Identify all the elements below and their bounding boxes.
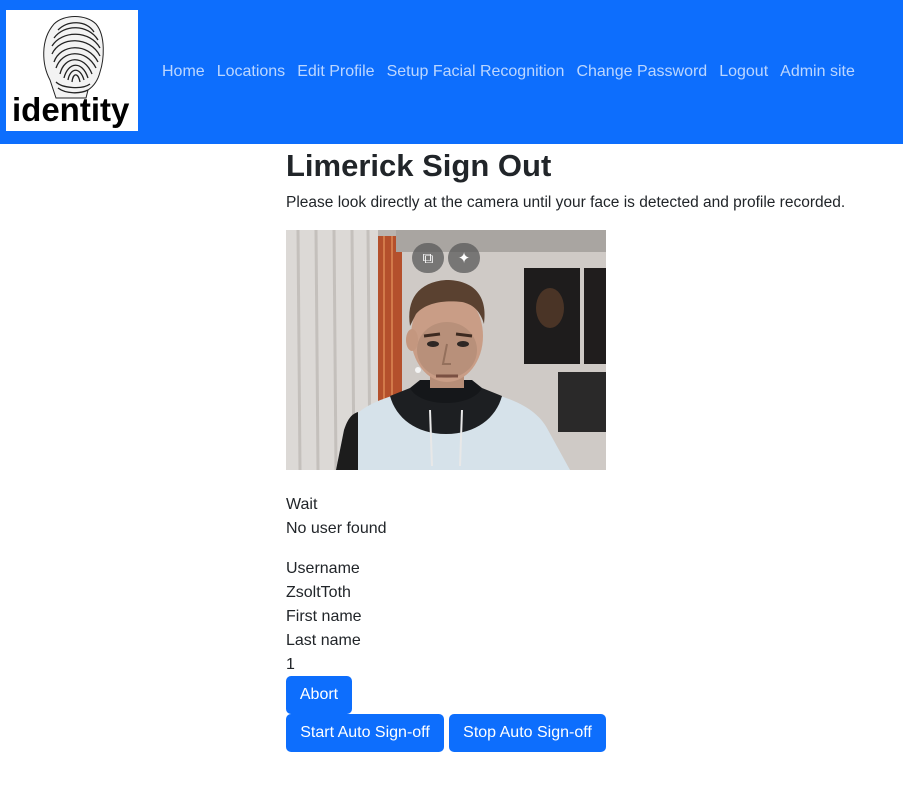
page-title: Limerick Sign Out bbox=[286, 148, 552, 183]
username-value: ZsoltToth bbox=[286, 584, 351, 601]
picture-in-picture-button[interactable]: ⧉ bbox=[412, 243, 444, 273]
status-message: No user found bbox=[286, 520, 387, 537]
last-name-label: Last name bbox=[286, 632, 361, 649]
camera-feed: ⧉ ✦ bbox=[286, 230, 606, 470]
visual-search-button[interactable]: ✦ bbox=[448, 243, 480, 273]
sparkle-icon: ✦ bbox=[457, 250, 471, 267]
nav-links: Home Locations Edit Profile Setup Facial Re… bbox=[162, 62, 867, 81]
nav-admin-site[interactable]: Admin site bbox=[780, 62, 855, 81]
nav-logout[interactable]: Logout bbox=[719, 62, 768, 81]
navbar: identity Home Locations Edit Profile Setup … bbox=[0, 0, 903, 144]
nav-edit-profile[interactable]: Edit Profile bbox=[297, 62, 374, 81]
nav-setup-facial-recognition[interactable]: Setup Facial Recognition bbox=[387, 62, 565, 81]
camera-frame-image bbox=[286, 230, 606, 470]
abort-button[interactable]: Abort bbox=[286, 676, 352, 714]
start-auto-sign-off-button[interactable]: Start Auto Sign-off bbox=[286, 714, 444, 752]
username-label: Username bbox=[286, 560, 360, 577]
logo-text: identity bbox=[12, 91, 130, 128]
stop-auto-sign-off-button[interactable]: Stop Auto Sign-off bbox=[449, 714, 606, 752]
nav-home[interactable]: Home bbox=[162, 62, 205, 81]
picture-in-picture-icon: ⧉ bbox=[422, 249, 434, 267]
identity-logo[interactable]: identity bbox=[6, 10, 138, 131]
counter-value: 1 bbox=[286, 656, 295, 673]
nav-locations[interactable]: Locations bbox=[217, 62, 286, 81]
first-name-label: First name bbox=[286, 608, 362, 625]
status-state: Wait bbox=[286, 496, 318, 513]
nav-change-password[interactable]: Change Password bbox=[576, 62, 707, 81]
instruction-text: Please look directly at the camera until… bbox=[286, 194, 846, 211]
